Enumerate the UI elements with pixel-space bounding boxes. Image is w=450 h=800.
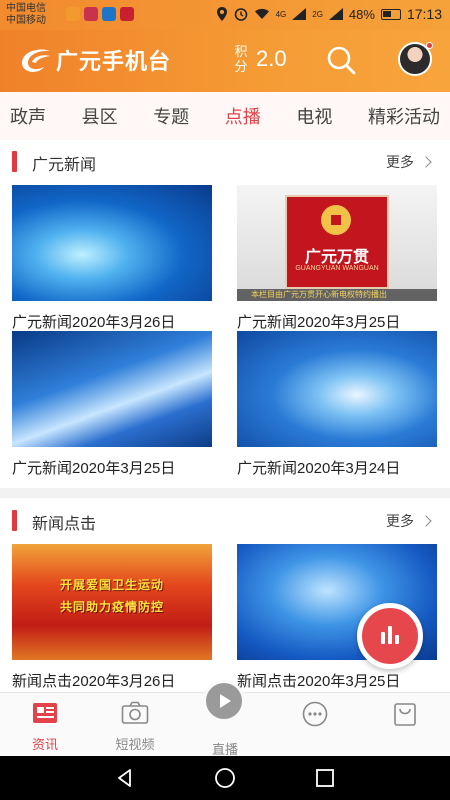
- carrier-1: 中国电信: [6, 3, 46, 14]
- video-card[interactable]: 开展爱国卫生运动 共同助力疫情防控 新闻点击2020年3月26日: [12, 544, 212, 691]
- video-card[interactable]: 广元新闻2020年3月25日: [12, 331, 212, 478]
- category-tabs: 政声 县区 专题 点播 电视 精彩活动: [0, 92, 450, 140]
- points-label: 积 分: [234, 44, 248, 74]
- live-play-button[interactable]: [203, 680, 245, 722]
- tab-xianqu[interactable]: 县区: [78, 103, 122, 129]
- more-link[interactable]: 更多: [386, 152, 432, 172]
- status-bar: 中国电信 中国移动 4G 2G 48% 17:13: [0, 0, 450, 30]
- brand-subtext: GUANGYUAN WANGUAN: [295, 265, 379, 272]
- video-caption: 新闻点击2020年3月25日: [237, 673, 401, 690]
- sponsor-ticker: 本栏目由广元万贯开心新电权特约播出: [237, 289, 437, 301]
- nav-shop[interactable]: [365, 701, 445, 732]
- battery-icon: [380, 8, 401, 20]
- notification-dot: [426, 42, 433, 49]
- floating-stats-button[interactable]: [357, 603, 423, 669]
- chat-icon: [302, 701, 328, 727]
- app-title: 广元手机台: [56, 49, 172, 74]
- brand-text: 广元万贯: [304, 249, 369, 266]
- more-link[interactable]: 更多: [386, 511, 432, 531]
- location-icon: [216, 7, 227, 21]
- nav-live[interactable]: 直播: [185, 735, 265, 758]
- system-navigation-bar: [0, 756, 450, 800]
- network-type-2: 2G: [312, 9, 323, 19]
- more-label: 更多: [386, 513, 414, 529]
- app-notification-icon: [66, 7, 80, 21]
- video-card[interactable]: 广元万贯 GUANGYUAN WANGUAN 本栏目由广元万贯开心新电权特约播出…: [237, 185, 437, 332]
- section-title: 广元新闻: [32, 157, 97, 174]
- coin-icon: [321, 205, 351, 235]
- carrier-2: 中国移动: [6, 15, 46, 26]
- logo-icon: [22, 49, 50, 72]
- app-notification-icon: [102, 7, 116, 21]
- bar-chart-icon: [381, 626, 399, 644]
- signal-icon: [292, 8, 307, 20]
- video-thumbnail[interactable]: 广元万贯 GUANGYUAN WANGUAN 本栏目由广元万贯开心新电权特约播出: [237, 185, 437, 301]
- section-marker: [12, 510, 17, 531]
- search-icon[interactable]: [325, 44, 357, 76]
- promo-line: 共同助力疫情防控: [60, 600, 165, 614]
- brand-board: 广元万贯 GUANGYUAN WANGUAN: [285, 195, 389, 289]
- tab-zhengsheng[interactable]: 政声: [6, 103, 50, 129]
- video-caption: 广元新闻2020年3月25日: [12, 460, 176, 477]
- app-header: 广元手机台 积 分 2.0: [0, 30, 450, 92]
- nav-label: 短视频: [115, 737, 155, 752]
- video-thumbnail[interactable]: [12, 185, 212, 301]
- more-label: 更多: [386, 154, 414, 170]
- back-icon[interactable]: [115, 768, 135, 788]
- network-type-1: 4G: [275, 9, 287, 19]
- section-marker: [12, 151, 17, 172]
- app-notification-icon: [120, 7, 134, 21]
- wifi-icon: [254, 8, 269, 19]
- chevron-right-icon: [420, 515, 432, 527]
- alarm-icon: [234, 8, 247, 21]
- points-value: 2.0: [256, 46, 287, 71]
- promo-line: 开展爱国卫生运动: [60, 578, 165, 592]
- video-card[interactable]: 广元新闻2020年3月26日: [12, 185, 212, 332]
- notification-icons: [66, 7, 134, 21]
- app-logo[interactable]: 广元手机台: [18, 44, 171, 76]
- bag-icon: [394, 703, 416, 726]
- chevron-right-icon: [420, 156, 432, 168]
- tab-jingcai-huodong[interactable]: 精彩活动: [364, 103, 444, 129]
- points-display[interactable]: 积 分 2.0: [234, 44, 287, 74]
- camera-icon: [121, 701, 149, 724]
- play-icon: [220, 694, 231, 708]
- tab-dianbo[interactable]: 点播: [221, 103, 265, 129]
- news-icon: [33, 703, 57, 723]
- nav-chat[interactable]: [275, 701, 355, 732]
- section-title: 新闻点击: [32, 516, 97, 533]
- video-caption: 新闻点击2020年3月26日: [12, 673, 176, 690]
- video-caption: 广元新闻2020年3月25日: [237, 314, 401, 331]
- nav-label: 资讯: [31, 737, 58, 752]
- tab-zhuanti[interactable]: 专题: [149, 103, 193, 129]
- tab-dianshi[interactable]: 电视: [292, 103, 336, 129]
- carrier-info: 中国电信 中国移动: [6, 3, 46, 27]
- nav-short-video[interactable]: 短视频: [95, 701, 175, 753]
- signal-icon: [328, 8, 343, 20]
- clock: 17:13: [406, 6, 442, 22]
- video-thumbnail[interactable]: [237, 331, 437, 447]
- nav-news[interactable]: 资讯: [5, 701, 85, 753]
- section-header-news-click: 新闻点击 更多: [0, 500, 450, 540]
- video-thumbnail[interactable]: 开展爱国卫生运动 共同助力疫情防控: [12, 544, 212, 660]
- status-right: 4G 2G 48% 17:13: [216, 6, 442, 22]
- battery-percent: 48%: [348, 6, 375, 22]
- video-caption: 广元新闻2020年3月24日: [237, 460, 401, 477]
- section-header-guangyuan-news: 广元新闻 更多: [0, 141, 450, 181]
- video-caption: 广元新闻2020年3月26日: [12, 314, 176, 331]
- home-icon[interactable]: [214, 767, 236, 789]
- heart-icon: [84, 7, 98, 21]
- video-thumbnail[interactable]: [12, 331, 212, 447]
- recent-apps-icon[interactable]: [316, 769, 334, 787]
- video-card[interactable]: 广元新闻2020年3月24日: [237, 331, 437, 478]
- section-divider: [0, 488, 450, 498]
